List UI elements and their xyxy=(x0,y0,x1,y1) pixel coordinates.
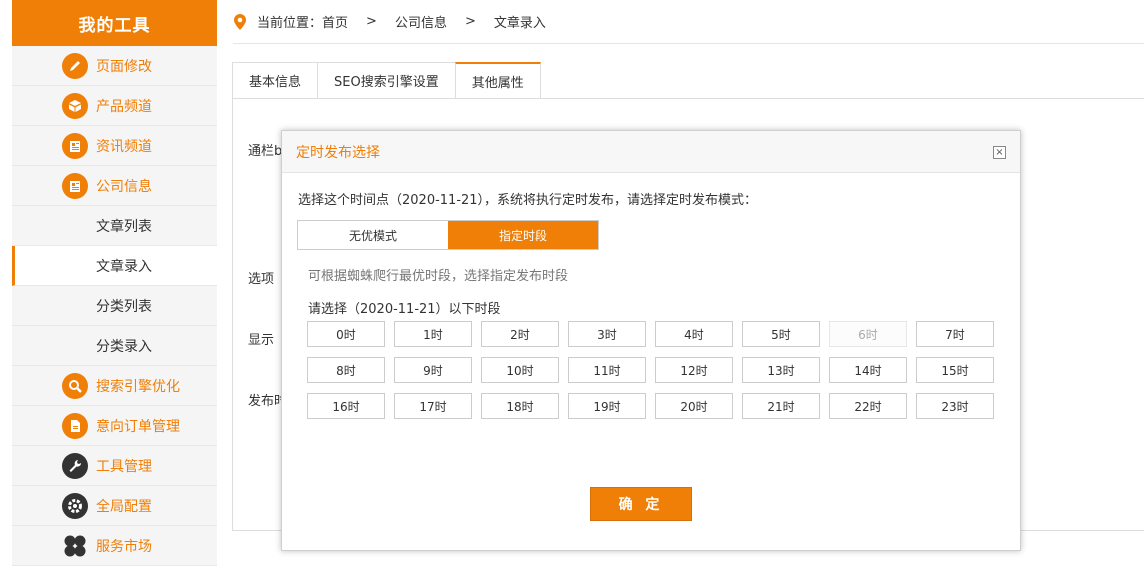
sidebar-item-seo[interactable]: 搜索引擎优化 xyxy=(12,366,217,406)
sidebar-item-label: 服务市场 xyxy=(96,538,152,555)
breadcrumb-article-entry: 文章录入 xyxy=(493,16,546,31)
schedule-publish-dialog: 定时发布选择 × 选择这个时间点（2020-11-21），系统将执行定时发布，请… xyxy=(281,130,1021,551)
news-icon xyxy=(62,133,88,159)
sidebar-item-label: 全局配置 xyxy=(96,498,152,515)
sidebar-title: 我的工具 xyxy=(12,0,217,46)
box-icon xyxy=(62,93,88,119)
hour-button[interactable]: 18时 xyxy=(481,393,559,419)
sidebar-item-article-entry[interactable]: 文章录入 xyxy=(12,246,217,286)
hour-button[interactable]: 2时 xyxy=(481,321,559,347)
sidebar-item-service-market[interactable]: 服务市场 xyxy=(12,526,217,566)
hour-button[interactable]: 1时 xyxy=(394,321,472,347)
clover-icon xyxy=(62,533,88,559)
dialog-header: 定时发布选择 × xyxy=(282,131,1020,173)
hour-button[interactable]: 11时 xyxy=(568,357,646,383)
sidebar-item-article-list[interactable]: 文章列表 xyxy=(12,206,217,246)
confirm-button[interactable]: 确 定 xyxy=(590,487,692,521)
sidebar-item-label: 工具管理 xyxy=(96,458,152,475)
sidebar-item-tools[interactable]: 工具管理 xyxy=(12,446,217,486)
hour-button[interactable]: 17时 xyxy=(394,393,472,419)
sidebar-item-category-list[interactable]: 分类列表 xyxy=(12,286,217,326)
mode-no-preference-button[interactable]: 无优模式 xyxy=(298,221,448,249)
hour-button[interactable]: 22时 xyxy=(829,393,907,419)
pencil-icon xyxy=(62,53,88,79)
sidebar-item-label: 搜索引擎优化 xyxy=(96,378,180,395)
sidebar-item-category-entry[interactable]: 分类录入 xyxy=(12,326,217,366)
app: 我的工具 页面修改 产品频道 资讯频道 公司信息 文章列表 文章录入 分类列表 … xyxy=(0,0,1144,569)
sidebar-item-orders[interactable]: 意向订单管理 xyxy=(12,406,217,446)
search-icon xyxy=(62,373,88,399)
hour-button[interactable]: 14时 xyxy=(829,357,907,383)
hour-button: 6时 xyxy=(829,321,907,347)
sidebar-item-global-config[interactable]: 全局配置 xyxy=(12,486,217,526)
form-label-display: 显示 xyxy=(248,333,275,348)
breadcrumb-separator: > xyxy=(464,14,476,29)
hour-button[interactable]: 23时 xyxy=(916,393,994,419)
news-icon xyxy=(62,173,88,199)
hour-button[interactable]: 12时 xyxy=(655,357,733,383)
sidebar-item-news[interactable]: 资讯频道 xyxy=(12,126,217,166)
dialog-title: 定时发布选择 xyxy=(296,144,380,161)
mode-toggle: 无优模式 指定时段 xyxy=(297,220,599,250)
wrench-icon xyxy=(62,453,88,479)
tab-basic-info[interactable]: 基本信息 xyxy=(232,62,318,99)
sidebar: 我的工具 页面修改 产品频道 资讯频道 公司信息 文章列表 文章录入 分类列表 … xyxy=(12,0,217,569)
hour-button[interactable]: 8时 xyxy=(307,357,385,383)
hour-button[interactable]: 5时 xyxy=(742,321,820,347)
mode-specified-period-button[interactable]: 指定时段 xyxy=(448,221,598,249)
breadcrumb-home[interactable]: 首页 xyxy=(322,12,348,31)
sidebar-item-label: 意向订单管理 xyxy=(96,418,180,435)
sidebar-item-label: 产品频道 xyxy=(96,98,152,115)
sidebar-item-label: 公司信息 xyxy=(96,178,152,195)
hour-button[interactable]: 13时 xyxy=(742,357,820,383)
form-label-option: 选项 xyxy=(248,272,275,287)
hour-button[interactable]: 0时 xyxy=(307,321,385,347)
breadcrumb: 当前位置： 首页 > 公司信息 > 文章录入 xyxy=(233,0,1144,44)
breadcrumb-prefix: 当前位置： xyxy=(257,16,323,31)
hour-button[interactable]: 16时 xyxy=(307,393,385,419)
hour-button[interactable]: 7时 xyxy=(916,321,994,347)
close-icon[interactable]: × xyxy=(993,146,1006,159)
document-icon xyxy=(62,413,88,439)
location-pin-icon xyxy=(234,13,246,30)
hour-select-label: 请选择（2020-11-21）以下时段 xyxy=(308,302,501,317)
hour-grid: 0时 1时 2时 3时 4时 5时 6时 7时 8时 9时 10时 11时 12时 13时 14时 15时 16… xyxy=(307,321,994,419)
hour-button[interactable]: 9时 xyxy=(394,357,472,383)
tab-other-attributes[interactable]: 其他属性 xyxy=(454,62,541,99)
hour-button[interactable]: 10时 xyxy=(481,357,559,383)
sidebar-item-company-info[interactable]: 公司信息 xyxy=(12,166,217,206)
dialog-description: 选择这个时间点（2020-11-21），系统将执行定时发布，请选择定时发布模式： xyxy=(298,193,758,208)
tab-bar: 基本信息 SEO搜索引擎设置 其他属性 xyxy=(232,62,541,99)
sidebar-item-label: 资讯频道 xyxy=(96,138,152,155)
gear-icon xyxy=(62,493,88,519)
hour-button[interactable]: 3时 xyxy=(568,321,646,347)
sidebar-item-label: 页面修改 xyxy=(96,58,152,75)
tab-seo-settings[interactable]: SEO搜索引擎设置 xyxy=(317,62,455,99)
sidebar-item-products[interactable]: 产品频道 xyxy=(12,86,217,126)
hour-button[interactable]: 15时 xyxy=(916,357,994,383)
hour-button[interactable]: 21时 xyxy=(742,393,820,419)
hour-button[interactable]: 20时 xyxy=(655,393,733,419)
sidebar-item-page-edit[interactable]: 页面修改 xyxy=(12,46,217,86)
breadcrumb-company-info[interactable]: 公司信息 xyxy=(395,12,447,31)
hour-button[interactable]: 19时 xyxy=(568,393,646,419)
breadcrumb-separator: > xyxy=(366,14,377,29)
mode-hint: 可根据蜘蛛爬行最优时段，选择指定发布时段 xyxy=(308,269,569,284)
hour-button[interactable]: 4时 xyxy=(655,321,733,347)
